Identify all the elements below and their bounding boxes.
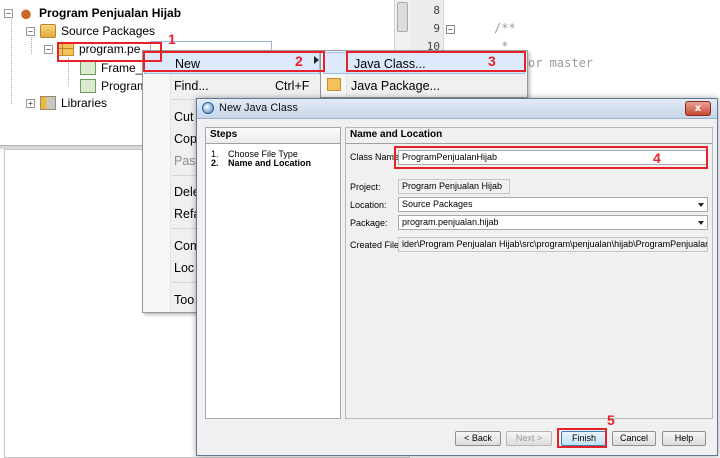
back-button[interactable]: < Back	[455, 431, 501, 446]
annotation-number: 4	[653, 150, 661, 166]
menu-item-label: Cop	[174, 132, 197, 146]
coffee-cup-icon	[18, 6, 34, 20]
tree-node-project[interactable]: − Program Penjualan Hijab	[4, 4, 181, 22]
dropdown-arrow-icon	[698, 203, 704, 207]
step-number: 2.	[211, 158, 219, 168]
menu-item-label: Find...	[174, 79, 209, 93]
menu-item-tools[interactable]: Too	[174, 289, 194, 311]
menu-item-cut[interactable]: Cut	[174, 106, 193, 128]
annotation-number: 3	[488, 53, 496, 69]
project-field: Program Penjualan Hijab	[398, 179, 510, 194]
menu-item-label: Too	[174, 293, 195, 307]
expand-toggle-icon[interactable]: +	[26, 98, 35, 108]
cancel-button[interactable]: Cancel	[612, 431, 656, 446]
library-icon	[40, 96, 56, 110]
package-value: program.penjualan.hijab	[402, 217, 499, 227]
menu-item-label: Loc	[174, 261, 195, 275]
tree-node-source-packages[interactable]: − Source Packages	[26, 22, 155, 40]
steps-panel: Steps 1. Choose File Type 2. Name and Loca…	[205, 127, 341, 419]
package-label: Package:	[350, 218, 388, 228]
help-button[interactable]: Help	[662, 431, 706, 446]
location-value: Source Packages	[402, 199, 473, 209]
next-button[interactable]: Next >	[506, 431, 552, 446]
submenu-item-label: Java Package...	[351, 79, 440, 93]
menu-item-local-history[interactable]: Loc	[174, 257, 194, 279]
dropdown-arrow-icon	[698, 221, 704, 225]
created-file-label: Created File:	[350, 240, 402, 250]
code-comment: or master	[528, 56, 594, 70]
step-label: Name and Location	[228, 158, 312, 168]
java-package-icon	[327, 78, 341, 91]
collapse-toggle-icon[interactable]: −	[4, 8, 13, 18]
libraries-label: Libraries	[61, 96, 108, 110]
dialog-title: New Java Class	[219, 102, 298, 114]
form-file-icon	[80, 61, 96, 75]
annotation-number: 2	[295, 53, 303, 69]
fold-toggle-icon[interactable]: −	[446, 25, 455, 34]
steps-header: Steps	[206, 128, 340, 144]
created-file-field: lder\Program Penjualan Hijab\src\program…	[398, 237, 708, 252]
collapse-toggle-icon[interactable]: −	[26, 26, 35, 36]
file-label: Frame_	[101, 61, 143, 75]
form-header: Name and Location	[346, 128, 712, 144]
code-line: /**	[494, 21, 516, 35]
location-select[interactable]: Source Packages	[398, 197, 708, 212]
package-select[interactable]: program.penjualan.hijab	[398, 215, 708, 230]
menu-item-label: Cut	[174, 110, 194, 124]
form-file-icon	[80, 79, 96, 93]
tree-guide-line	[68, 58, 69, 86]
annotation-box	[557, 428, 607, 448]
menu-icon-strip	[143, 51, 171, 312]
collapse-toggle-icon[interactable]: −	[44, 44, 53, 54]
tree-node-libraries[interactable]: + Libraries	[26, 94, 107, 112]
tree-node-file[interactable]: Program	[80, 77, 147, 95]
menu-separator	[172, 282, 196, 283]
menu-separator	[172, 175, 196, 176]
menu-item-copy[interactable]: Cop	[174, 128, 197, 150]
tree-guide-line	[11, 14, 12, 104]
dialog-titlebar[interactable]: New Java Class x	[197, 99, 717, 119]
project-name: Program Penjualan Hijab	[39, 6, 182, 20]
scrollbar-thumb[interactable]	[397, 2, 408, 32]
submenu-item-java-package[interactable]: Java Package...	[351, 75, 440, 97]
menu-separator	[172, 228, 196, 229]
name-location-panel: Name and Location Class Name: ProgramPen…	[345, 127, 713, 419]
annotation-box	[346, 51, 526, 72]
source-packages-label: Source Packages	[61, 24, 156, 38]
app-icon	[202, 102, 214, 114]
annotation-number: 5	[607, 412, 615, 428]
annotation-number: 1	[168, 31, 176, 47]
close-button[interactable]: x	[685, 101, 711, 116]
menu-shortcut: Ctrl+F	[275, 79, 310, 93]
project-label: Project:	[350, 182, 381, 192]
menu-item-find[interactable]: Find...	[174, 75, 209, 97]
location-label: Location:	[350, 200, 387, 210]
step-item-current: 2. Name and Location	[211, 158, 311, 168]
file-label: Program	[101, 79, 148, 93]
line-number: 9	[433, 22, 440, 35]
folder-icon	[40, 24, 56, 38]
line-number: 8	[433, 4, 440, 17]
